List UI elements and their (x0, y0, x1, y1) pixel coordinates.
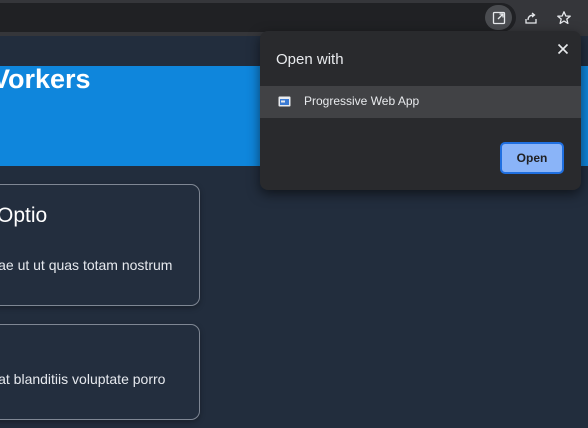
pwa-app-icon (278, 96, 291, 107)
open-button[interactable]: Open (500, 142, 564, 174)
close-icon (557, 43, 569, 55)
share-icon (524, 11, 537, 24)
bookmark-star-icon (556, 10, 571, 24)
app-option-progressive-web-app[interactable]: Progressive Web App (260, 86, 581, 118)
app-option-label: Progressive Web App (304, 94, 420, 108)
card-text: iat blanditiis voluptate porro (0, 371, 166, 387)
page-title: Vorkers (0, 64, 91, 94)
open-with-popup: Open with Progressive Web App Open (260, 31, 581, 190)
card-title: Optio (0, 204, 48, 227)
open-in-app-button[interactable] (485, 5, 512, 30)
card[interactable]: Optio iae ut ut quas totam nostrum (0, 184, 200, 306)
share-button[interactable] (517, 5, 544, 30)
open-in-app-icon (492, 11, 505, 24)
bookmark-button[interactable] (550, 5, 577, 30)
address-bar[interactable] (0, 3, 516, 32)
close-button[interactable] (553, 39, 573, 59)
card[interactable]: iat blanditiis voluptate porro (0, 324, 200, 420)
card-text: iae ut ut quas totam nostrum (0, 257, 173, 273)
popup-title: Open with (276, 51, 344, 68)
